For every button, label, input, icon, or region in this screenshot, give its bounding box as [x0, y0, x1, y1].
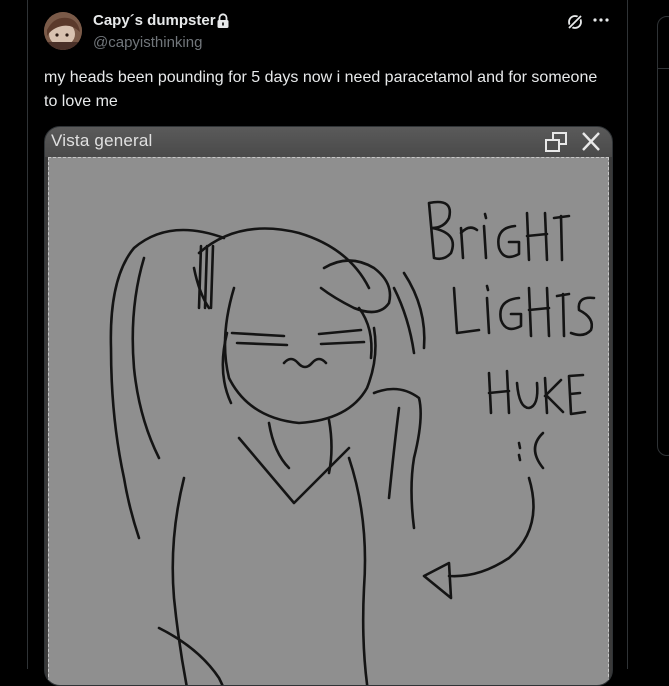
post-media[interactable]: Vista general: [44, 126, 613, 686]
post-text: my heads been pounding for 5 days now i …: [44, 69, 598, 110]
side-panel-divider: [657, 68, 669, 69]
lock-icon: [217, 13, 229, 28]
user-handle[interactable]: @capyisthinking: [93, 34, 202, 51]
window-titlebar[interactable]: Vista general: [45, 127, 612, 157]
timeline-border-left: [27, 0, 28, 669]
timeline-border-right: [627, 0, 628, 669]
side-panel: [657, 16, 669, 456]
grok-icon[interactable]: [566, 13, 584, 31]
display-name[interactable]: Capy´s dumpster: [93, 12, 216, 29]
close-icon[interactable]: [579, 131, 603, 153]
window-title: Vista general: [51, 131, 153, 150]
sketch-drawing: [109, 200, 596, 685]
avatar[interactable]: [44, 12, 82, 50]
drawing-canvas: [48, 157, 609, 685]
more-icon[interactable]: [592, 11, 610, 29]
window-restore-icon[interactable]: [544, 131, 568, 153]
